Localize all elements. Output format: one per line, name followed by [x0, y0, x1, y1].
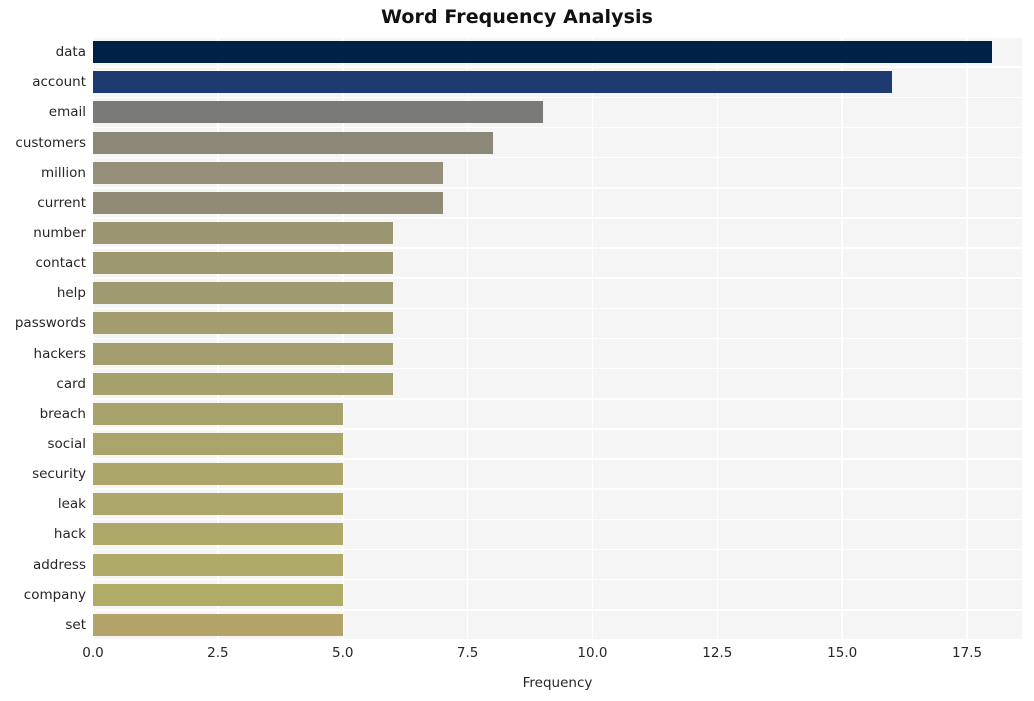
gridline-horizontal	[93, 518, 1022, 521]
bar	[93, 221, 393, 244]
y-tick-label: card	[56, 375, 86, 392]
gridline-horizontal	[93, 247, 1022, 249]
bar	[93, 252, 393, 275]
gridline-horizontal	[93, 126, 1022, 129]
y-tick-label: social	[47, 436, 87, 453]
y-tick-label: account	[32, 74, 86, 91]
gridline-horizontal	[93, 277, 1022, 279]
bar	[93, 71, 893, 94]
gridline-horizontal	[93, 428, 1022, 430]
bar	[93, 493, 343, 516]
gridline-horizontal	[93, 367, 1022, 370]
y-tick-label: contact	[35, 255, 86, 272]
bar	[93, 101, 543, 124]
x-tick-label: 7.5	[456, 645, 479, 661]
y-tick-label: set	[65, 616, 86, 633]
gridline-horizontal	[93, 96, 1022, 99]
bar	[93, 161, 443, 184]
bar	[93, 402, 343, 425]
y-tick-label: help	[56, 285, 86, 302]
bar	[93, 553, 343, 576]
x-tick-label: 12.5	[702, 645, 733, 661]
x-tick-label: 10.0	[577, 645, 608, 661]
gridline-horizontal	[93, 186, 1022, 189]
gridline-horizontal	[93, 609, 1022, 611]
bar	[93, 372, 393, 395]
gridline-horizontal	[93, 337, 1022, 340]
gridline-horizontal	[93, 488, 1022, 491]
bar	[93, 131, 493, 154]
y-tick-label: million	[41, 164, 86, 181]
bar	[93, 523, 343, 546]
gridline-horizontal	[93, 37, 1022, 38]
gridline-horizontal	[93, 578, 1022, 581]
gridline-horizontal	[93, 156, 1022, 159]
y-tick-label: customers	[15, 134, 86, 151]
y-tick-label: hackers	[33, 345, 86, 362]
gridline-horizontal	[93, 66, 1022, 68]
gridline-horizontal	[93, 458, 1022, 460]
gridline-horizontal	[93, 307, 1022, 310]
y-tick-label: hack	[53, 526, 86, 543]
y-tick-label: address	[32, 556, 86, 573]
bar	[93, 191, 443, 214]
x-tick-label: 0.0	[82, 645, 104, 661]
bar	[93, 282, 393, 305]
bar	[93, 342, 393, 365]
bar	[93, 41, 993, 64]
y-tick-label: email	[48, 104, 86, 121]
y-tick-label: data	[55, 44, 86, 61]
y-tick-label: company	[23, 586, 86, 603]
x-axis-tick-labels: 0.0 2.5 5.0 7.5 10.0 12.5 15.0 17.5	[0, 645, 1034, 667]
gridline-horizontal	[93, 398, 1022, 400]
bar	[93, 433, 343, 456]
gridline-horizontal	[93, 217, 1022, 219]
y-tick-label: security	[32, 466, 86, 483]
bar	[93, 312, 393, 335]
x-tick-label: 17.5	[952, 645, 983, 661]
gridline-horizontal	[93, 548, 1022, 551]
bar	[93, 583, 343, 606]
chart-title: Word Frequency Analysis	[380, 6, 654, 28]
y-tick-label: current	[37, 194, 86, 211]
x-tick-label: 5.0	[331, 645, 354, 661]
x-tick-label: 2.5	[207, 645, 229, 661]
x-tick-label: 15.0	[827, 645, 858, 661]
word-frequency-chart: Word Frequency Analysis data account email…	[0, 0, 1034, 701]
bar	[93, 613, 343, 636]
plot-area	[93, 37, 1022, 640]
y-tick-label: number	[33, 224, 86, 241]
gridline-horizontal	[93, 639, 1022, 640]
y-axis-tick-labels: data account email customers million current n…	[0, 37, 86, 640]
bar	[93, 463, 343, 486]
y-tick-label: breach	[39, 405, 86, 422]
y-tick-label: leak	[57, 496, 86, 513]
y-tick-label: passwords	[14, 315, 86, 332]
x-axis-title: Frequency	[522, 675, 593, 691]
